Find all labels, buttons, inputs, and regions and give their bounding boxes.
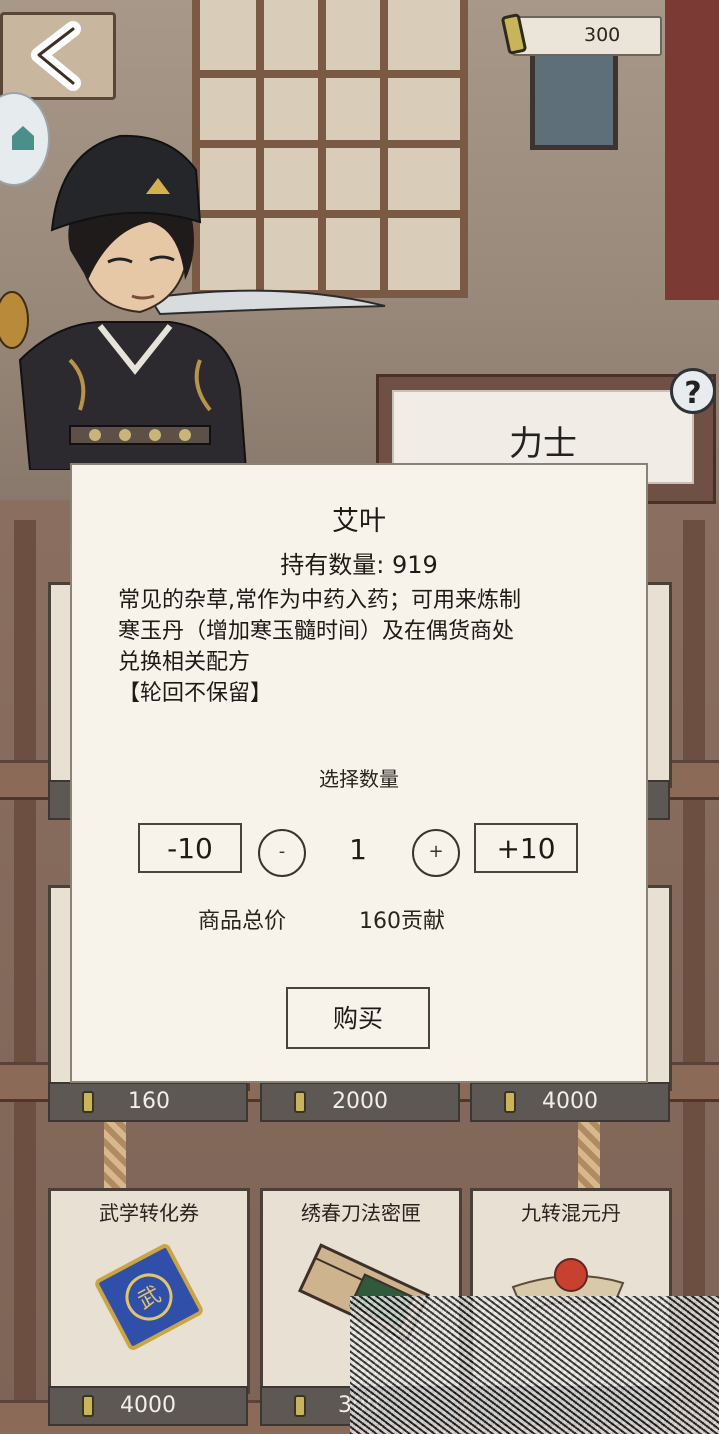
plus-10-button[interactable]: +10 [474,823,578,873]
price-bar: 2000 [260,1082,460,1122]
guard-character-portrait [0,134,386,470]
purchase-dialog: 艾叶 持有数量: 919 常见的杂草,常作为中药入药；可用来炼制 寒玉丹（增加寒… [70,463,648,1083]
shop-item-martial-voucher[interactable]: 武学转化券 武 [48,1188,250,1394]
noise-overlay [350,1296,719,1434]
price-bar: 4000 [48,1386,248,1426]
contribution-token-icon [294,1091,306,1113]
shelf-post [14,520,36,1434]
category-tab-label: 力士 [509,424,577,464]
owned-count-line: 持有数量: 919 [72,545,646,580]
item-title: 艾叶 [332,506,386,537]
hanging-rope [578,1118,600,1188]
owned-label: 持有数量: [280,551,385,579]
contribution-token-icon [82,1395,94,1417]
contribution-token-icon [294,1395,306,1417]
minus-10-button[interactable]: -10 [138,823,242,873]
minus-button[interactable]: - [258,829,306,877]
item-name: 绣春刀法密匣 [301,1201,421,1225]
price-value: 4000 [120,1393,176,1418]
total-price-label: 商品总价 [198,909,287,934]
house-icon [12,126,34,150]
back-button[interactable] [0,12,116,100]
select-quantity-label: 选择数量 [319,767,399,791]
item-description: 常见的杂草,常作为中药入药；可用来炼制 寒玉丹（增加寒玉髓时间）及在偶货商处 兑… [118,585,608,709]
hanging-rope [104,1118,126,1188]
owned-count: 919 [391,551,438,579]
total-price-value: 160贡献 [359,909,445,934]
price-bar: 4000 [470,1082,670,1122]
contribution-token-icon [82,1091,94,1113]
help-button[interactable]: ? [670,368,716,414]
item-name: 九转混元丹 [521,1201,621,1225]
contribution-token-icon [504,1091,516,1113]
quantity-value: 1 [349,833,367,866]
curtain [665,0,719,300]
plus-button[interactable]: + [412,829,460,877]
price-value: 160 [128,1089,170,1114]
contribution-token-icon [501,13,527,55]
price-value: 4000 [542,1089,598,1114]
price-bar: 160 [48,1082,248,1122]
description-line: 常见的杂草,常作为中药入药；可用来炼制 [118,588,521,613]
description-line: 寒玉丹（增加寒玉髓时间）及在偶货商处 [118,619,515,644]
description-line: 【轮回不保留】 [118,681,273,706]
currency-display: 300 [512,16,662,56]
item-name: 武学转化券 [99,1201,199,1225]
currency-amount: 300 [584,24,621,46]
description-line: 兑换相关配方 [118,650,251,675]
wall-picture [530,40,618,150]
buy-button[interactable]: 购买 [286,987,430,1049]
voucher-ticket-icon: 武 [95,1244,203,1350]
price-value: 2000 [332,1089,388,1114]
chevron-left-icon [31,21,81,91]
